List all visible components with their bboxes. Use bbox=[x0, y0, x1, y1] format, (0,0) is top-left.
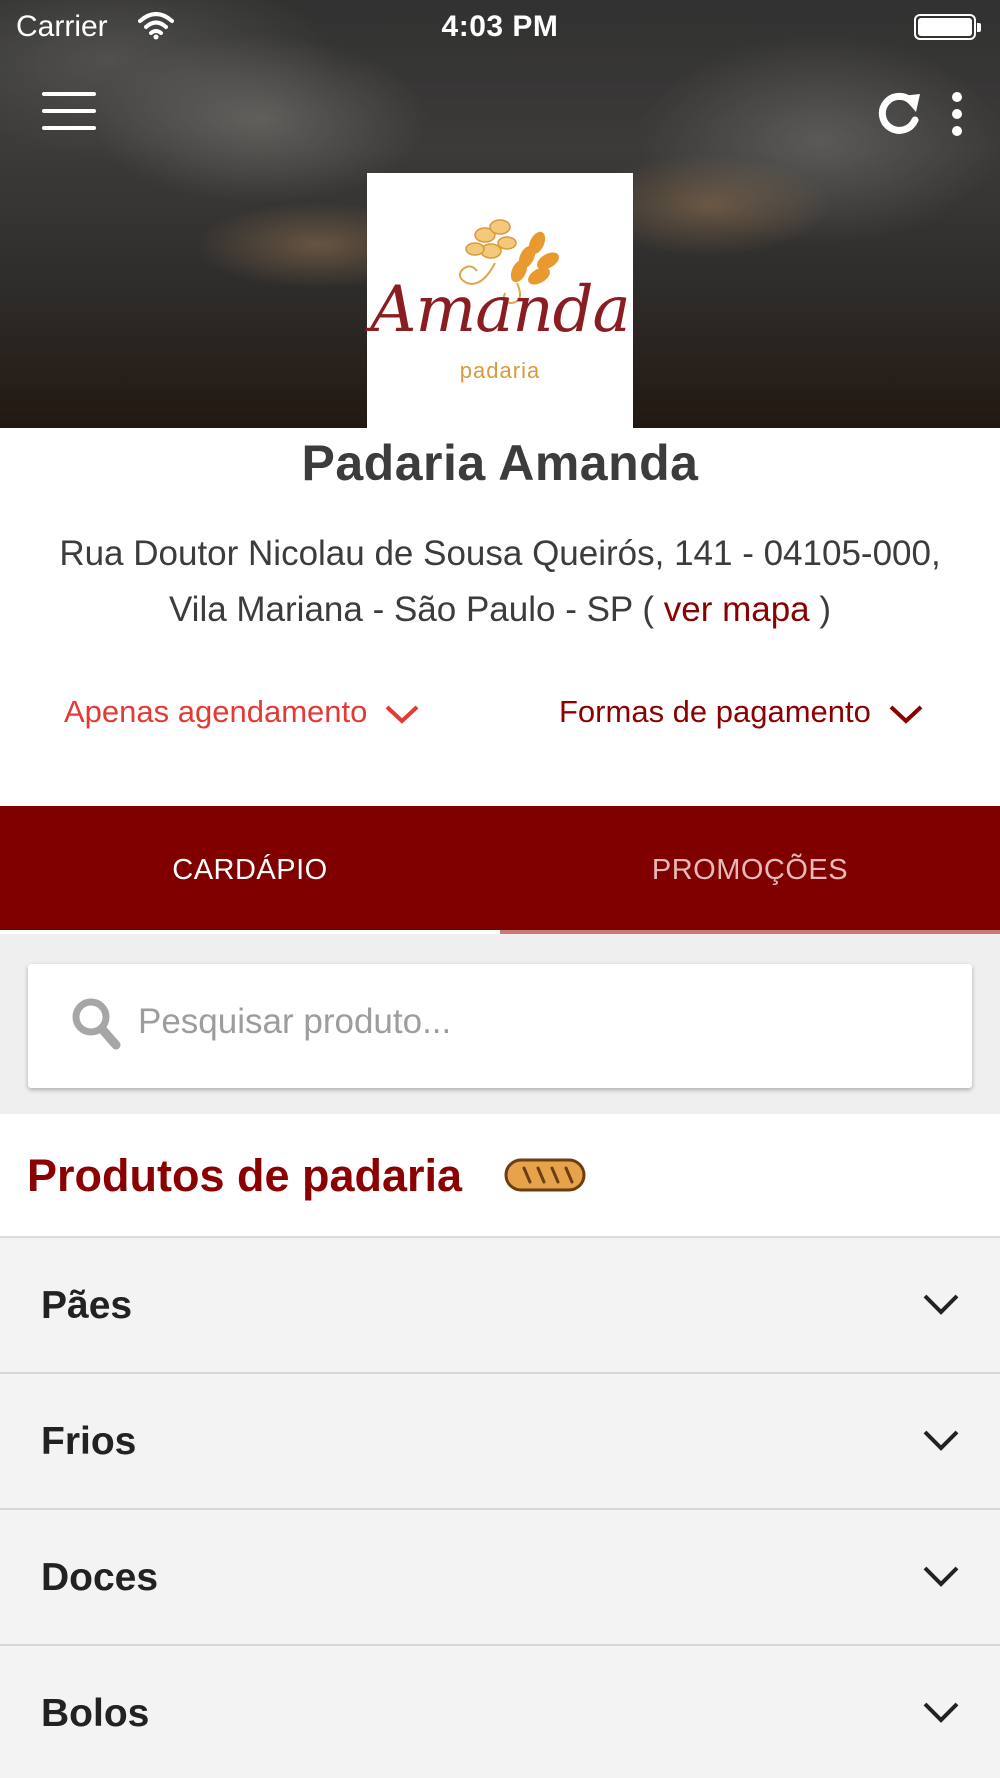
chevron-down-icon bbox=[889, 705, 922, 724]
search-input[interactable] bbox=[136, 994, 936, 1050]
schedule-label: Apenas agendamento bbox=[64, 694, 368, 729]
chevron-down-icon bbox=[385, 705, 419, 724]
address-line-1: Rua Doutor Nicolau de Sousa Queirós, 141… bbox=[59, 534, 941, 573]
category-item-bolos[interactable]: Bolos bbox=[0, 1646, 1000, 1778]
search-icon bbox=[72, 998, 121, 1050]
schedule-only-dropdown[interactable]: Apenas agendamento bbox=[64, 694, 420, 738]
category-label: Frios bbox=[41, 1420, 137, 1463]
logo-subtitle: padaria bbox=[459, 358, 541, 383]
category-item-doces[interactable]: Doces bbox=[0, 1510, 1000, 1646]
refresh-icon[interactable] bbox=[872, 88, 924, 140]
category-item-paes[interactable]: Pães bbox=[0, 1238, 1000, 1374]
more-vertical-icon[interactable] bbox=[944, 90, 970, 138]
chevron-down-icon bbox=[923, 1430, 959, 1451]
chevron-down-icon bbox=[923, 1294, 959, 1315]
logo-name: Amanda bbox=[370, 273, 630, 347]
category-label: Doces bbox=[41, 1556, 159, 1599]
category-label: Pães bbox=[41, 1284, 133, 1327]
store-logo: Amanda padaria bbox=[367, 173, 633, 428]
tab-promotions[interactable]: PROMOÇÕES bbox=[500, 806, 1000, 934]
payment-methods-dropdown[interactable]: Formas de pagamento bbox=[559, 694, 924, 738]
tab-menu[interactable]: CARDÁPIO bbox=[0, 806, 500, 934]
tab-bar: CARDÁPIO PROMOÇÕES bbox=[0, 806, 1000, 936]
store-address: Rua Doutor Nicolau de Sousa Queirós, 141… bbox=[0, 526, 1000, 638]
clock: 4:03 PM bbox=[441, 10, 559, 43]
menu-icon[interactable] bbox=[42, 92, 96, 132]
bread-icon bbox=[504, 1158, 586, 1192]
battery-icon bbox=[914, 14, 981, 40]
address-line-2: Vila Mariana - São Paulo - SP ( bbox=[168, 590, 664, 629]
category-label: Bolos bbox=[41, 1692, 150, 1735]
chevron-down-icon bbox=[923, 1566, 959, 1587]
chevron-down-icon bbox=[923, 1702, 959, 1723]
view-map-link[interactable]: ver mapa bbox=[664, 590, 810, 629]
store-name: Padaria Amanda bbox=[301, 435, 699, 491]
payment-label: Formas de pagamento bbox=[559, 694, 871, 729]
section-title: Produtos de padaria bbox=[27, 1150, 463, 1201]
category-item-frios[interactable]: Frios bbox=[0, 1374, 1000, 1510]
status-bar: Carrier 4:03 PM bbox=[0, 0, 1000, 54]
address-close: ) bbox=[809, 590, 832, 629]
